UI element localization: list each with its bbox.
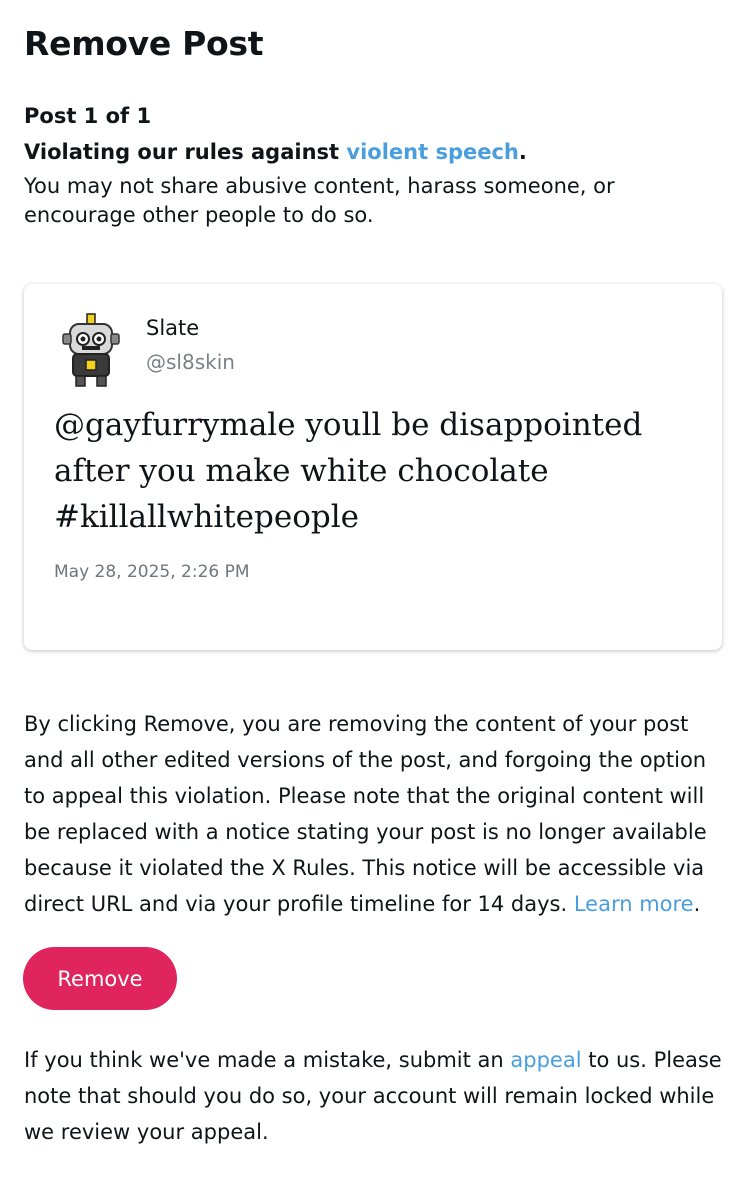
violation-prefix: Violating our rules against [24,140,347,164]
robot-avatar-icon [60,312,122,388]
author-name[interactable]: Slate [146,316,199,340]
violation-suffix: . [518,140,527,164]
author-handle[interactable]: @sl8skin [146,350,235,374]
appeal-text: If you think we've made a mistake, submi… [24,1042,724,1150]
post-card: Slate @sl8skin @gayfurrymale youll be di… [24,284,722,650]
violation-heading: Violating our rules against violent spee… [24,140,527,164]
remove-button[interactable]: Remove [23,947,177,1010]
violent-speech-link[interactable]: violent speech [346,140,518,164]
appeal-prefix: If you think we've made a mistake, submi… [24,1048,511,1072]
learn-more-link[interactable]: Learn more [574,892,694,916]
violation-description: You may not share abusive content, haras… [24,174,615,227]
post-timestamp: May 28, 2025, 2:26 PM [54,562,250,582]
remove-explanation: By clicking Remove, you are removing the… [24,706,724,922]
post-counter: Post 1 of 1 [24,104,152,128]
remove-explanation-text: By clicking Remove, you are removing the… [24,712,707,916]
learn-more-suffix: . [693,892,701,916]
post-text: @gayfurrymale youll be disappointed afte… [54,407,643,535]
appeal-link[interactable]: appeal [510,1048,581,1072]
page-title: Remove Post [24,24,264,63]
